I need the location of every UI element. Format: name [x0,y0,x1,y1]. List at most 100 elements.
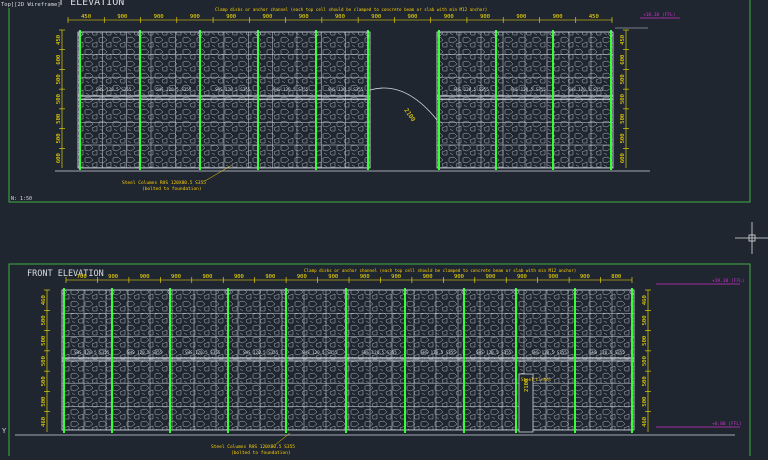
beam-label: SHS 120.5 S355 [273,87,309,92]
dim-text: 500 [642,376,648,386]
left-note-top: Clamp disks or anchor channel (each top … [215,7,487,12]
beam-label: SHS 120.5 S355 [532,350,568,355]
dim-text: 800 [611,274,621,280]
dim-text: 900 [154,14,164,20]
ucs-axis-y-label: Y [2,427,7,435]
dim-text: 900 [335,14,345,20]
dim-text: 900 [328,274,338,280]
door-opening-left [369,87,438,168]
front-top-dimensions: 700 900 900 900 900 900 900 900 900 900 900 900 900 9… [65,274,633,283]
dim-text: 460 [642,417,648,427]
beam-label: SHS 120.5 S355 [302,350,338,355]
left-level-top: +18.10 (FFL) [643,12,676,18]
dim-text: 500 [620,94,626,104]
dim-text: 500 [620,133,626,143]
dim-text: 900 [480,14,490,20]
beam-label: SHS 120.5 S355 [421,350,457,355]
left-side-dimensions: 450 600 500 500 500 500 600 [56,29,65,163]
dim-text: 900 [226,14,236,20]
front-side-dimensions: 460 500 500 500 500 500 460 [41,289,50,427]
dim-text: 900 [391,274,401,280]
dim-text: 900 [190,14,200,20]
beam-label: SHS 120.5 S355 [328,87,364,92]
dim-text: 900 [108,274,118,280]
dim-text: 500 [642,315,648,325]
dim-text: 900 [299,14,309,20]
beam-label: SHS 120.5 S355 [156,87,192,92]
dim-text: 600 [56,153,62,163]
dim-text: 900 [171,274,181,280]
dim-text: 900 [262,14,272,20]
dim-text: 900 [371,14,381,20]
dim-text: 900 [548,274,558,280]
left-top-dimensions: 450 900 900 900 900 900 900 900 900 900 900 900 900 9… [67,14,613,23]
dim-text: 900 [454,274,464,280]
left-elevation-scale: N: 1:50 [11,196,32,202]
dim-text: 900 [408,14,418,20]
dim-text: 460 [41,417,47,427]
dim-text: 900 [203,274,213,280]
dim-text: 500 [642,356,648,366]
dim-text: 900 [360,274,370,280]
dim-text: 460 [642,295,648,305]
dim-text: 500 [642,336,648,346]
dim-text: 900 [516,14,526,20]
door-dim-left: 2100 [402,107,416,123]
front-elevation: FRONT ELEVATION SHS 120.5 S355 SHS 120.5 … [8,263,751,460]
left-note-columns-1: Steel Columns RHS 120X80.5 S355 [122,180,206,186]
viewport-label[interactable]: Top][2D Wireframe] [1,2,61,8]
beam-label: SHS 120.5 S355 [568,87,604,92]
dim-text: 900 [297,274,307,280]
dim-text: 500 [41,336,47,346]
left-note-columns-2: (bolted to foundation) [142,186,202,192]
dim-text: 900 [140,274,150,280]
dim-text: 900 [234,274,244,280]
dim-text: 450 [56,35,62,45]
beam-label: SHS 120.5 S355 [127,350,163,355]
dim-text: 460 [41,295,47,305]
dim-text: 900 [117,14,127,20]
dim-text: 500 [41,315,47,325]
beam-label: SHS 120.5 S355 [511,87,547,92]
dim-text: 500 [56,74,62,84]
dim-text: 500 [642,397,648,407]
front-side-dimensions-right: 460 500 500 500 500 500 460 [642,289,651,427]
left-elevation: LEFT ELEVATION N: 1:50 SHS 120.5 S355 SHS… [8,0,751,203]
beam-label: SHS 120.5 S355 [454,87,490,92]
beam-label: SHS 120.5 S355 [96,87,132,92]
left-side-dimensions-right: 450 600 500 500 500 500 600 [620,29,629,163]
dim-text: 600 [620,55,626,65]
front-door-dim: 2100 [524,379,530,392]
front-note-columns-1: Steel Columns RHS 120X80.5 S355 [211,444,295,450]
beam-label: SHS 120.5 S355 [362,350,398,355]
dim-text: 900 [486,274,496,280]
dim-text: 600 [56,55,62,65]
beam-label: SHS 120.5 S355 [74,350,110,355]
front-level-top: +19.10 (FFL) [712,278,745,284]
dim-text: 900 [517,274,527,280]
dim-text: 900 [265,274,275,280]
dim-text: 900 [444,14,454,20]
dim-text: 500 [620,74,626,84]
dim-text: 700 [77,274,87,280]
dim-text: 500 [41,376,47,386]
beam-label: SHS 120.5 S355 [476,350,512,355]
dim-text: 500 [41,397,47,407]
dim-text: 500 [620,114,626,124]
crosshair-cursor-icon [735,222,768,254]
dim-text: 450 [620,35,626,45]
dim-text: 900 [553,14,563,20]
dim-text: 600 [620,153,626,163]
dim-text: 500 [41,356,47,366]
beam-label: SHS 120.5 S355 [215,87,251,92]
dim-text: 450 [81,14,91,20]
beam-label: SHS 120.5 S355 [590,350,626,355]
cad-drawing-canvas[interactable]: LEFT ELEVATION N: 1:50 SHS 120.5 S355 SHS… [0,0,768,460]
dim-text: 500 [56,133,62,143]
front-level-bottom: +0.00 (FFL) [712,421,742,427]
front-elevation-title: FRONT ELEVATION [27,269,104,279]
dim-text: 900 [580,274,590,280]
dim-text: 450 [589,14,599,20]
drawing-svg[interactable]: LEFT ELEVATION N: 1:50 SHS 120.5 S355 SHS… [0,0,768,460]
front-note-columns-2: (bolted to foundation) [231,450,291,456]
